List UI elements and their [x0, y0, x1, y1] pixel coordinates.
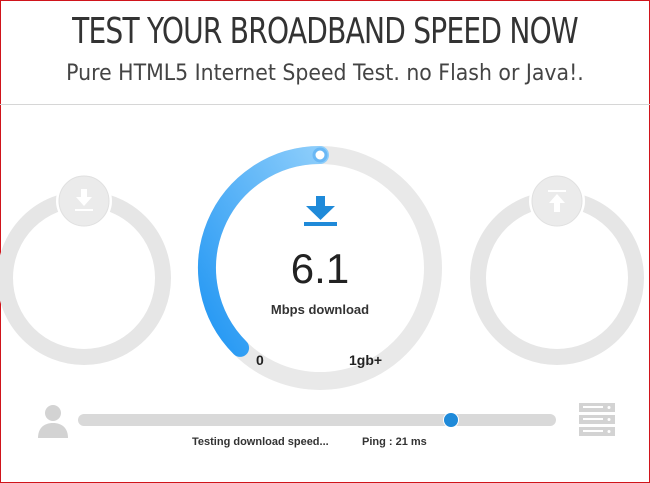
- gauge-max-label: 1gb+: [349, 352, 383, 368]
- progress-track: [78, 413, 556, 427]
- download-arrow-icon: [304, 196, 337, 226]
- speed-unit-label: Mbps download: [270, 302, 370, 317]
- user-icon: [38, 405, 68, 438]
- gauge-indicator: [312, 147, 328, 163]
- gauges: [0, 146, 644, 390]
- progress-indicator[interactable]: [443, 413, 458, 427]
- upload-gauge-right: [470, 173, 644, 365]
- gauge-min-label: 0: [256, 352, 264, 368]
- server-icon: [579, 403, 615, 436]
- test-status: Testing download speed...: [192, 436, 329, 448]
- speed-value: 6.1: [290, 245, 350, 292]
- upload-gauge-left: [0, 173, 171, 365]
- ping-readout: Ping : 21 ms: [362, 436, 427, 448]
